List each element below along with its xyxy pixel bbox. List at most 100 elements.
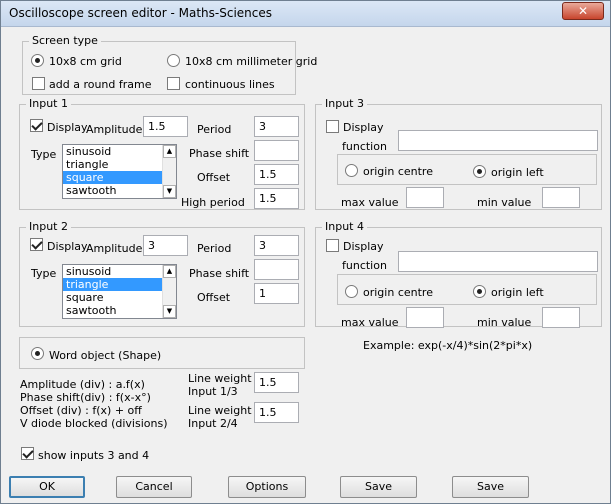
input3-origin-left-label: origin left — [491, 166, 544, 179]
input2-type-list[interactable]: sinusoid triangle square sawtooth ▲ ▼ — [62, 264, 177, 319]
input1-amplitude-field[interactable]: 1.5 — [143, 116, 188, 137]
mm-grid-radio[interactable] — [167, 54, 180, 67]
input3-function-field[interactable] — [398, 130, 598, 151]
save-button-2[interactable]: Save — [452, 476, 529, 498]
input3-origin-left-radio[interactable] — [473, 165, 486, 178]
input1-display-label: Display — [47, 121, 88, 134]
input4-origin-left-label: origin left — [491, 286, 544, 299]
input1-period-label: Period — [197, 123, 232, 136]
list-item[interactable]: triangle — [63, 158, 176, 171]
window-title: Oscilloscope screen editor - Maths-Scien… — [9, 6, 272, 20]
input1-label: Input 1 — [26, 97, 71, 110]
options-button[interactable]: Options — [228, 476, 306, 498]
input1-type-list[interactable]: sinusoid triangle square sawtooth ▲ ▼ — [62, 144, 177, 199]
input4-display-checkbox[interactable] — [326, 239, 339, 252]
input3-origin-centre-radio[interactable] — [345, 164, 358, 177]
input3-min-field[interactable] — [542, 187, 580, 208]
line-weight13-label: Line weight — [188, 372, 252, 385]
input1-amplitude-label: Amplitude — [86, 123, 143, 136]
show-inputs-label: show inputs 3 and 4 — [38, 449, 150, 462]
scroll-up-icon[interactable]: ▲ — [163, 265, 176, 278]
input2-offset-label: Offset — [197, 291, 231, 304]
input3-label: Input 3 — [322, 97, 367, 110]
input2-label: Input 2 — [26, 220, 71, 233]
input2-amplitude-field[interactable]: 3 — [143, 235, 188, 256]
line-weight24-label: Line weight — [188, 404, 252, 417]
save-button-1[interactable]: Save — [340, 476, 417, 498]
line-weight13-sublabel: Input 1/3 — [188, 385, 238, 398]
continuous-lines-checkbox[interactable] — [167, 77, 180, 90]
scroll-up-icon[interactable]: ▲ — [163, 145, 176, 158]
note-phase-shift: Phase shift(div) : f(x-x°) — [20, 391, 151, 404]
input2-amplitude-label: Amplitude — [86, 242, 143, 255]
dialog-window: Oscilloscope screen editor - Maths-Scien… — [0, 0, 611, 504]
input1-offset-field[interactable]: 1.5 — [254, 164, 299, 185]
input3-display-label: Display — [343, 121, 384, 134]
show-inputs-checkbox[interactable] — [21, 447, 34, 460]
close-button[interactable]: ✕ — [562, 2, 604, 20]
input1-high-period-label: High period — [181, 196, 245, 209]
input4-max-label: max value — [341, 316, 399, 329]
input3-function-label: function — [342, 140, 387, 153]
input4-label: Input 4 — [322, 220, 367, 233]
input3-min-label: min value — [477, 196, 532, 209]
list-item[interactable]: sawtooth — [63, 184, 176, 197]
ok-button[interactable]: OK — [9, 476, 85, 498]
list-item[interactable]: square — [63, 291, 176, 304]
title-bar: Oscilloscope screen editor - Maths-Scien… — [1, 1, 610, 27]
input2-display-label: Display — [47, 240, 88, 253]
input4-min-field[interactable] — [542, 307, 580, 328]
note-offset: Offset (div) : f(x) + off — [20, 404, 142, 417]
input1-scrollbar[interactable]: ▲ ▼ — [162, 145, 176, 198]
input2-scrollbar[interactable]: ▲ ▼ — [162, 265, 176, 318]
input4-function-label: function — [342, 259, 387, 272]
scroll-down-icon[interactable]: ▼ — [163, 185, 176, 198]
cm-grid-label: 10x8 cm grid — [49, 55, 122, 68]
line-weight13-field[interactable]: 1.5 — [254, 372, 299, 393]
input4-origin-centre-radio[interactable] — [345, 285, 358, 298]
cancel-button[interactable]: Cancel — [116, 476, 192, 498]
input1-display-checkbox[interactable] — [30, 119, 43, 132]
input1-phase-label: Phase shift — [189, 147, 250, 160]
continuous-lines-label: continuous lines — [185, 78, 275, 91]
input1-phase-field[interactable] — [254, 140, 299, 161]
round-frame-label: add a round frame — [49, 78, 152, 91]
input2-period-label: Period — [197, 242, 232, 255]
cm-grid-radio[interactable] — [31, 54, 44, 67]
input2-phase-field[interactable] — [254, 259, 299, 280]
note-diode: V diode blocked (divisions) — [20, 417, 168, 430]
list-item[interactable]: square — [63, 171, 176, 184]
input2-period-field[interactable]: 3 — [254, 235, 299, 256]
input1-type-label: Type — [31, 148, 57, 161]
input1-offset-label: Offset — [197, 171, 231, 184]
line-weight24-field[interactable]: 1.5 — [254, 402, 299, 423]
line-weight24-sublabel: Input 2/4 — [188, 417, 238, 430]
word-object-label: Word object (Shape) — [49, 349, 162, 362]
input4-display-label: Display — [343, 240, 384, 253]
input2-offset-field[interactable]: 1 — [254, 283, 299, 304]
input3-max-field[interactable] — [406, 187, 444, 208]
input3-origin-centre-label: origin centre — [363, 165, 433, 178]
note-amplitude: Amplitude (div) : a.f(x) — [20, 378, 145, 391]
input3-display-checkbox[interactable] — [326, 120, 339, 133]
screen-type-label: Screen type — [29, 34, 101, 47]
scroll-down-icon[interactable]: ▼ — [163, 305, 176, 318]
input4-min-label: min value — [477, 316, 532, 329]
input2-type-label: Type — [31, 267, 57, 280]
input2-phase-label: Phase shift — [189, 267, 250, 280]
list-item[interactable]: sinusoid — [63, 145, 176, 158]
list-item[interactable]: sawtooth — [63, 304, 176, 317]
input4-origin-left-radio[interactable] — [473, 285, 486, 298]
input1-high-period-field[interactable]: 1.5 — [254, 188, 299, 209]
mm-grid-label: 10x8 cm millimeter grid — [185, 55, 318, 68]
input4-origin-centre-label: origin centre — [363, 286, 433, 299]
input2-display-checkbox[interactable] — [30, 238, 43, 251]
input4-function-field[interactable] — [398, 251, 598, 272]
list-item[interactable]: triangle — [63, 278, 176, 291]
word-object-radio[interactable] — [31, 347, 44, 360]
input4-max-field[interactable] — [406, 307, 444, 328]
round-frame-checkbox[interactable] — [32, 77, 45, 90]
input3-max-label: max value — [341, 196, 399, 209]
list-item[interactable]: sinusoid — [63, 265, 176, 278]
input1-period-field[interactable]: 3 — [254, 116, 299, 137]
